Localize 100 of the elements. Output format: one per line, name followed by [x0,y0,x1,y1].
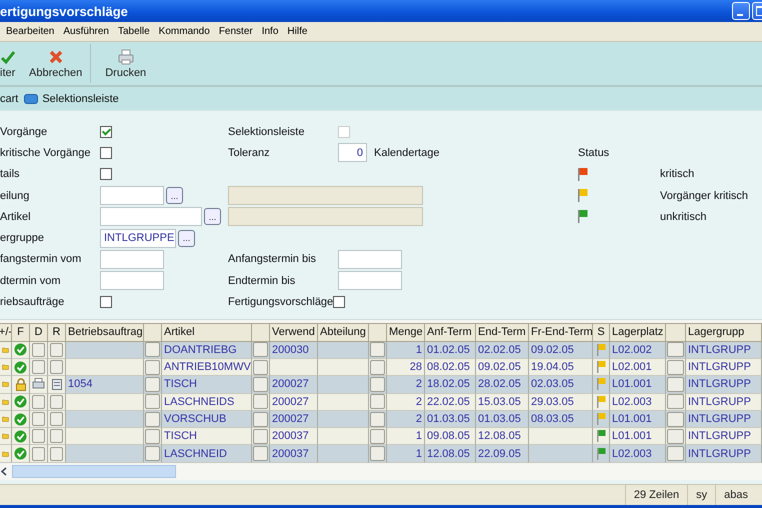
menu-item[interactable]: Hilfe [287,26,308,37]
input-field[interactable] [100,186,164,206]
input-field[interactable] [338,250,402,269]
row-button[interactable] [667,446,684,462]
column-header[interactable]: Anf-Term [425,322,476,342]
column-header[interactable] [369,322,387,342]
row-button[interactable] [667,360,684,375]
row-button[interactable] [253,360,268,375]
row-button[interactable] [32,412,45,426]
row-button[interactable] [370,360,385,375]
column-header[interactable]: F [12,322,30,342]
menu-item[interactable]: Info [262,26,278,37]
column-header[interactable] [666,322,686,342]
row-button[interactable] [145,446,160,462]
column-header[interactable]: S [593,322,610,342]
row-button[interactable] [145,412,160,427]
row-button[interactable] [50,412,63,426]
row-button[interactable] [50,429,63,444]
column-header[interactable]: R [48,322,66,342]
checkbox[interactable] [100,146,112,159]
row-button[interactable] [370,412,385,427]
column-header[interactable]: End-Term [476,322,529,342]
table-cell: 200027 [270,394,318,411]
row-button[interactable] [32,394,45,409]
table-cell: 2 [387,410,425,428]
row-button[interactable] [667,376,684,392]
row-button[interactable] [253,342,268,358]
status-text: sy [687,485,716,505]
row-button[interactable] [145,360,160,375]
toolbar-button[interactable]: Drucken [95,42,156,85]
column-header[interactable]: Betriebsauftrag [66,322,144,342]
row-button[interactable] [32,446,45,461]
checkbox[interactable] [100,168,112,180]
column-header[interactable]: Lagergrupp [686,322,762,342]
row-button[interactable] [667,394,684,410]
menu-item[interactable]: Bearbeiten [6,26,54,37]
table-cell: 01.03.05 [425,410,476,428]
input-field[interactable] [100,250,164,269]
table-cell: 01.03.05 [476,410,529,428]
input-field[interactable] [338,271,402,290]
row-button[interactable] [32,429,45,444]
table-cell: 12.08.05 [425,445,476,463]
row-button[interactable] [667,428,684,444]
row-button[interactable] [145,342,160,358]
close-icon [48,48,64,64]
tab[interactable]: Selektionsleiste [24,92,119,104]
column-header[interactable] [144,322,162,342]
row-button[interactable] [370,428,385,444]
row-button[interactable] [667,412,684,427]
menu-item[interactable]: Kommando [158,26,210,37]
row-button[interactable] [145,394,160,410]
row-button[interactable] [50,394,63,409]
row-button[interactable] [253,376,268,392]
row-button[interactable] [667,342,684,358]
toolbar-button[interactable]: Abbrechen [25,42,86,85]
tab[interactable]: cart [0,92,18,104]
minimize-button[interactable] [732,2,750,20]
column-header[interactable]: D [30,322,48,342]
row-button[interactable] [145,376,160,392]
table-cell: 200037 [270,445,318,463]
row-button[interactable] [253,412,268,427]
lookup-button[interactable]: ... [204,208,221,226]
table-cell: 200027 [270,376,318,394]
row-button[interactable] [50,342,63,357]
lookup-button[interactable]: ... [178,230,195,247]
column-header[interactable]: Menge [387,322,425,342]
menu-item[interactable]: Fenster [218,26,253,37]
legend-label: unkritisch [660,210,708,223]
table-cell: INTLGRUPP [686,342,762,359]
menu-item[interactable]: Tabelle [118,26,150,37]
row-button[interactable] [145,428,160,444]
row-button[interactable] [50,446,63,461]
input-field[interactable]: 0 [338,143,367,162]
lookup-button[interactable]: ... [166,187,183,204]
row-button[interactable] [32,342,45,357]
row-button[interactable] [32,360,45,374]
column-header[interactable]: Lagerplatz [610,322,666,342]
row-button[interactable] [50,360,63,374]
row-button[interactable] [370,446,385,462]
checkbox[interactable] [333,296,345,308]
column-header[interactable]: Abteilung [318,322,369,342]
toolbar-button[interactable]: iter [0,42,17,85]
row-button[interactable] [253,428,268,444]
checkbox[interactable] [100,296,112,308]
menu-item[interactable]: Ausführen [63,26,109,37]
input-field[interactable]: INTLGRUPPE [100,228,176,248]
input-field[interactable] [100,271,164,290]
row-button[interactable] [253,394,268,410]
column-header[interactable]: Artikel [162,322,252,342]
column-header[interactable]: Verwend [270,322,318,342]
row-button[interactable] [253,446,268,462]
row-button[interactable] [370,342,385,358]
column-header[interactable] [252,322,270,342]
scrollbar-thumb[interactable] [12,464,176,478]
column-header[interactable]: Fr-End-Term [529,322,593,342]
row-button[interactable] [370,376,385,392]
row-button[interactable] [370,394,385,410]
table-cell: 28.02.05 [476,376,529,394]
checkbox[interactable] [100,126,112,138]
input-field[interactable] [100,207,202,226]
